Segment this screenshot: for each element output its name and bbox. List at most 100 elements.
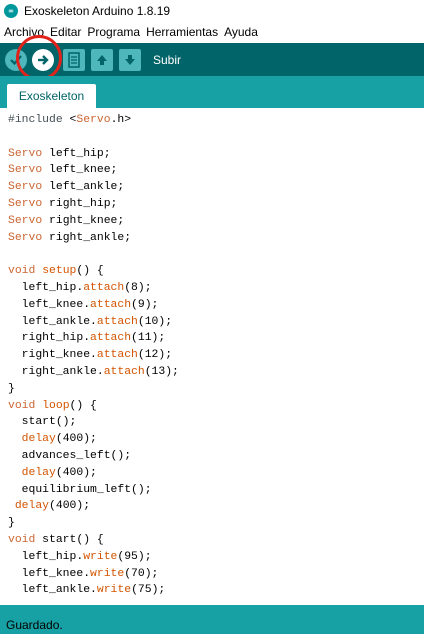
code-line: start();	[8, 414, 77, 431]
code-token: attach	[90, 332, 132, 345]
code-line: left_ankle.attach(10);	[8, 314, 172, 331]
window-title: Exoskeleton Arduino 1.8.19	[24, 4, 171, 18]
code-token: (70);	[124, 567, 159, 580]
code-token: void	[8, 265, 36, 278]
code-token: delay	[21, 433, 56, 446]
save-button[interactable]	[119, 48, 141, 71]
code-token: .h>	[110, 114, 132, 126]
code-token: right_ankle.	[8, 366, 104, 378]
status-bar: Guardado.	[0, 605, 424, 634]
code-line: Servo left_ankle;	[8, 179, 124, 196]
code-line: Servo right_hip;	[8, 196, 117, 213]
highlight-circle	[16, 35, 62, 81]
code-token: left_ankle;	[42, 181, 125, 194]
title-bar: ∞ Exoskeleton Arduino 1.8.19	[0, 0, 424, 22]
code-line: delay(400);	[8, 431, 97, 448]
code-token: left_hip.	[8, 282, 84, 294]
code-line: delay(400);	[8, 498, 90, 515]
code-token: Servo	[8, 164, 43, 177]
code-token: }	[8, 382, 15, 395]
code-line: equilibrium_left();	[8, 482, 152, 499]
code-token: write	[90, 567, 125, 580]
open-button[interactable]	[91, 48, 113, 71]
toolbar-hover-label: Subir	[153, 52, 182, 67]
code-line: left_knee.attach(9);	[8, 297, 159, 314]
code-token: Servo	[8, 147, 43, 160]
code-token: () {	[69, 399, 97, 412]
code-token: left_hip;	[42, 147, 111, 160]
menu-programa[interactable]: Programa	[83, 25, 142, 39]
tab-exoskeleton[interactable]: Exoskeleton	[7, 84, 96, 108]
code-token: equilibrium_left();	[8, 483, 152, 496]
code-line: }	[8, 515, 15, 532]
code-token: Servo	[8, 198, 43, 210]
code-line: #include <Servo.h>	[8, 112, 131, 129]
code-token: right_knee.	[8, 349, 97, 362]
code-token: void	[8, 534, 36, 546]
code-line: Servo right_knee;	[8, 213, 124, 230]
code-line: left_ankle.write(75);	[8, 582, 166, 599]
code-token: right_hip;	[42, 198, 118, 210]
code-token: (95);	[117, 550, 152, 563]
code-line: void setup() {	[8, 263, 104, 280]
menu-ayuda[interactable]: Ayuda	[220, 25, 260, 39]
code-token: start() {	[35, 534, 104, 546]
code-token: attach	[96, 315, 138, 328]
code-token: left_knee.	[8, 567, 91, 580]
code-token: (400);	[55, 466, 97, 479]
code-token: void	[8, 399, 36, 412]
menu-bar: Archivo Editar Programa Herramientas Ayu…	[0, 22, 424, 42]
code-line: Servo left_hip;	[8, 146, 111, 163]
code-token: () {	[76, 265, 104, 278]
code-line: Servo right_ankle;	[8, 230, 131, 247]
code-line: }	[8, 381, 15, 398]
code-token: left_knee.	[8, 298, 91, 311]
code-line: left_knee.write(70);	[8, 566, 159, 583]
code-token: attach	[90, 298, 132, 311]
code-line: right_ankle.attach(13);	[8, 364, 179, 381]
code-token: Servo	[8, 214, 43, 227]
code-token: start();	[8, 416, 77, 429]
code-line: Servo left_knee;	[8, 162, 117, 179]
code-token: left_ankle.	[8, 584, 97, 597]
new-button[interactable]	[63, 48, 85, 71]
code-token: (10);	[137, 315, 173, 328]
code-token: (400);	[49, 500, 91, 513]
code-token: }	[8, 517, 15, 530]
code-token: Servo	[8, 181, 43, 194]
code-line: void loop() {	[8, 398, 97, 415]
code-token: left_knee;	[42, 164, 118, 177]
code-token: loop	[42, 399, 70, 412]
code-token: delay	[14, 500, 50, 513]
menu-editar[interactable]: Editar	[46, 25, 83, 39]
code-token: right_ankle;	[42, 231, 132, 244]
code-editor[interactable]: #include <Servo.h> Servo left_hip; Servo l…	[0, 108, 424, 605]
menu-herramientas[interactable]: Herramientas	[142, 25, 220, 39]
code-token: (9);	[131, 298, 159, 311]
code-line: advances_left();	[8, 448, 131, 465]
code-token: right_knee;	[42, 214, 125, 227]
code-token: #include	[8, 114, 70, 126]
code-line: right_hip.attach(11);	[8, 330, 166, 347]
code-token: attach	[103, 366, 145, 378]
code-token: attach	[83, 282, 125, 294]
code-token: setup	[42, 265, 77, 278]
new-file-icon	[68, 51, 80, 68]
code-token: left_ankle.	[8, 315, 97, 328]
arrow-up-icon	[97, 54, 107, 65]
code-token: attach	[96, 349, 138, 362]
code-token: (12);	[137, 349, 173, 362]
code-token: Servo	[8, 231, 43, 244]
code-token: write	[83, 550, 118, 563]
arrow-down-icon	[125, 54, 135, 65]
code-token: (8);	[124, 282, 152, 294]
code-token: (400);	[55, 433, 97, 446]
code-line: right_knee.attach(12);	[8, 347, 172, 364]
code-token: write	[96, 584, 132, 597]
code-token: delay	[21, 466, 56, 479]
code-token: (75);	[131, 584, 166, 597]
code-token: (13);	[144, 366, 179, 378]
